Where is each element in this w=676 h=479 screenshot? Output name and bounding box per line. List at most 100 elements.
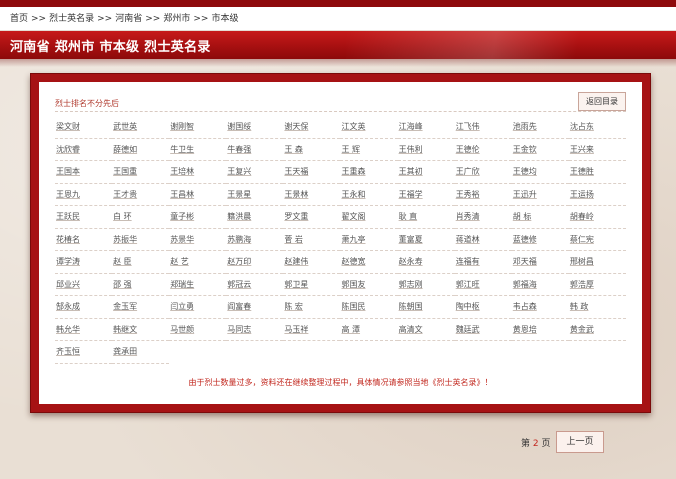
martyr-name-link[interactable]: 陈 宏 [283, 296, 341, 319]
martyr-name-link[interactable]: 萧九亭 [340, 229, 398, 251]
martyr-name-link[interactable]: 陈朝国 [397, 296, 455, 319]
martyr-name-link[interactable]: 王景林 [283, 184, 341, 206]
martyr-name-link[interactable]: 王国本 [55, 161, 113, 184]
martyr-name-link[interactable]: 谢刚智 [169, 116, 227, 139]
martyr-name-link[interactable]: 蓝德修 [511, 229, 569, 251]
previous-page-button[interactable]: 上一页 [556, 431, 604, 453]
martyr-name-link[interactable]: 籍洪晨 [226, 206, 284, 229]
martyr-name-link[interactable]: 王复兴 [226, 161, 284, 184]
martyr-name-link[interactable]: 马同志 [226, 319, 284, 341]
martyr-name-link[interactable]: 王福学 [397, 184, 455, 206]
martyr-name-link[interactable]: 邢树昌 [568, 251, 626, 274]
martyr-name-link[interactable]: 谢天保 [283, 116, 341, 139]
martyr-name-link[interactable]: 王 森 [283, 139, 341, 161]
martyr-name-link[interactable]: 王永和 [340, 184, 398, 206]
martyr-name-link[interactable]: 郭江旺 [454, 274, 512, 296]
martyr-name-link[interactable]: 马世颜 [169, 319, 227, 341]
martyr-name-link[interactable]: 连福有 [454, 251, 512, 274]
martyr-name-link[interactable]: 高清文 [397, 319, 455, 341]
martyr-name-link[interactable]: 谢国绥 [226, 116, 284, 139]
martyr-name-link[interactable]: 高 潭 [340, 319, 398, 341]
martyr-name-link[interactable]: 翟文阁 [340, 206, 398, 229]
martyr-name-link[interactable]: 王培林 [169, 161, 227, 184]
martyr-name-link[interactable]: 赵 臣 [112, 251, 170, 274]
martyr-name-link[interactable]: 王国重 [112, 161, 170, 184]
back-to-directory-button[interactable]: 返回目录 [578, 92, 626, 111]
martyr-name-link[interactable]: 王恩九 [55, 184, 113, 206]
martyr-name-link[interactable]: 胡春岭 [568, 206, 626, 229]
martyr-name-link[interactable]: 赵永寿 [397, 251, 455, 274]
martyr-name-link[interactable]: 韩继文 [112, 319, 170, 341]
martyr-name-link[interactable]: 王金钦 [511, 139, 569, 161]
martyr-name-link[interactable]: 池雨先 [511, 116, 569, 139]
martyr-name-link[interactable]: 牛春强 [226, 139, 284, 161]
martyr-name-link[interactable]: 韦占森 [511, 296, 569, 319]
martyr-name-link[interactable]: 黄金武 [568, 319, 626, 341]
martyr-name-link[interactable]: 郭志刚 [397, 274, 455, 296]
martyr-name-link[interactable]: 邱业兴 [55, 274, 113, 296]
martyr-name-link[interactable]: 陈国民 [340, 296, 398, 319]
martyr-name-link[interactable]: 梁文财 [55, 116, 113, 139]
martyr-name-link[interactable]: 王运扬 [568, 184, 626, 206]
martyr-name-link[interactable]: 陶中枢 [454, 296, 512, 319]
martyr-name-link[interactable]: 苏鹏海 [226, 229, 284, 251]
martyr-name-link[interactable]: 江海峰 [397, 116, 455, 139]
martyr-name-link[interactable]: 罗文重 [283, 206, 341, 229]
martyr-name-link[interactable]: 王昌林 [169, 184, 227, 206]
martyr-name-link[interactable]: 赵万印 [226, 251, 284, 274]
martyr-name-link[interactable]: 魏廷武 [454, 319, 512, 341]
martyr-name-link[interactable]: 王兴来 [568, 139, 626, 161]
martyr-name-link[interactable]: 王重森 [340, 161, 398, 184]
breadcrumb-home[interactable]: 首页 [10, 14, 28, 24]
martyr-name-link[interactable]: 王秀裕 [454, 184, 512, 206]
martyr-name-link[interactable]: 牛卫生 [169, 139, 227, 161]
martyr-name-link[interactable]: 沈占东 [568, 116, 626, 139]
martyr-name-link[interactable]: 董富夏 [397, 229, 455, 251]
martyr-name-link[interactable]: 花椿名 [55, 229, 113, 251]
martyr-name-link[interactable]: 郭福海 [511, 274, 569, 296]
martyr-name-link[interactable]: 白 环 [112, 206, 170, 229]
martyr-name-link[interactable]: 王伟利 [397, 139, 455, 161]
breadcrumb-province[interactable]: 河南省 [115, 14, 142, 24]
martyr-name-link[interactable]: 郜永成 [55, 296, 113, 319]
martyr-name-link[interactable]: 王跃民 [55, 206, 113, 229]
martyr-name-link[interactable]: 童子彬 [169, 206, 227, 229]
martyr-name-link[interactable]: 齐玉恒 [55, 341, 113, 364]
martyr-name-link[interactable]: 王迅升 [511, 184, 569, 206]
martyr-name-link[interactable]: 谭学涛 [55, 251, 113, 274]
martyr-name-link[interactable]: 金玉军 [112, 296, 170, 319]
martyr-name-link[interactable]: 武世英 [112, 116, 170, 139]
martyr-name-link[interactable]: 蔡仁宪 [568, 229, 626, 251]
martyr-name-link[interactable]: 龚承田 [112, 341, 170, 364]
martyr-name-link[interactable]: 郑瑞生 [169, 274, 227, 296]
martyr-name-link[interactable]: 闫立勇 [169, 296, 227, 319]
martyr-name-link[interactable]: 王广欣 [454, 161, 512, 184]
martyr-name-link[interactable]: 郭国友 [340, 274, 398, 296]
martyr-name-link[interactable]: 王 辉 [340, 139, 398, 161]
martyr-name-link[interactable]: 王德胜 [568, 161, 626, 184]
breadcrumb-city[interactable]: 郑州市 [163, 14, 190, 24]
martyr-name-link[interactable]: 王德均 [511, 161, 569, 184]
martyr-name-link[interactable]: 马玉祥 [283, 319, 341, 341]
martyr-name-link[interactable]: 韩允华 [55, 319, 113, 341]
martyr-name-link[interactable]: 苏振华 [112, 229, 170, 251]
martyr-name-link[interactable]: 蒋道林 [454, 229, 512, 251]
martyr-name-link[interactable]: 江文英 [340, 116, 398, 139]
martyr-name-link[interactable]: 王其初 [397, 161, 455, 184]
breadcrumb-martyr-list[interactable]: 烈士英名录 [49, 14, 94, 24]
martyr-name-link[interactable]: 阎富春 [226, 296, 284, 319]
martyr-name-link[interactable]: 胡 标 [511, 206, 569, 229]
martyr-name-link[interactable]: 赵 艺 [169, 251, 227, 274]
martyr-name-link[interactable]: 郭冠云 [226, 274, 284, 296]
martyr-name-link[interactable]: 邓天福 [511, 251, 569, 274]
martyr-name-link[interactable]: 沈欣睿 [55, 139, 113, 161]
martyr-name-link[interactable]: 黄恩培 [511, 319, 569, 341]
martyr-name-link[interactable]: 韩 政 [568, 296, 626, 319]
martyr-name-link[interactable]: 王天福 [283, 161, 341, 184]
martyr-name-link[interactable]: 赵建伟 [283, 251, 341, 274]
martyr-name-link[interactable]: 薛德如 [112, 139, 170, 161]
martyr-name-link[interactable]: 郭卫星 [283, 274, 341, 296]
martyr-name-link[interactable]: 赵德宽 [340, 251, 398, 274]
martyr-name-link[interactable]: 肖秀清 [454, 206, 512, 229]
martyr-name-link[interactable]: 耿 直 [397, 206, 455, 229]
